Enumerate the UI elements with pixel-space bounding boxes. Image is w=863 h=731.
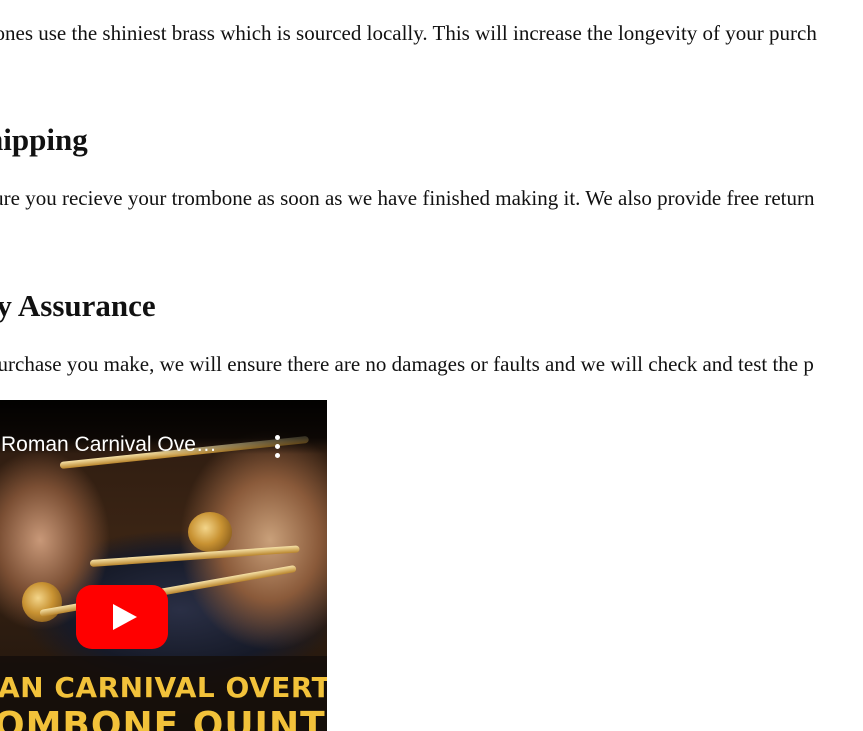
play-icon[interactable] — [76, 585, 168, 649]
video-banner: AN CARNIVAL OVERT OMBONE QUINT — [0, 656, 327, 731]
trombone-bell-right — [188, 512, 232, 552]
menu-dot — [274, 452, 280, 458]
menu-dot — [274, 434, 280, 440]
quality-paragraph: bones use the shiniest brass which is so… — [0, 21, 817, 45]
video-title[interactable]: Roman Carnival Ove… — [1, 433, 217, 457]
assurance-heading: ty Assurance — [0, 288, 156, 323]
banner-line-2: OMBONE QUINT — [0, 705, 326, 731]
menu-dot — [274, 443, 280, 449]
shipping-heading: hipping — [0, 122, 88, 157]
more-vertical-icon[interactable] — [268, 431, 286, 461]
assurance-paragraph: purchase you make, we will ensure there … — [0, 352, 814, 376]
banner-line-1: AN CARNIVAL OVERT — [0, 671, 327, 704]
shipping-paragraph: sure you recieve your trombone as soon a… — [0, 186, 815, 210]
trombone-slide-middle — [89, 545, 300, 567]
video-embed[interactable]: Roman Carnival Ove… AN CARNIVAL OVERT OM… — [0, 400, 327, 731]
